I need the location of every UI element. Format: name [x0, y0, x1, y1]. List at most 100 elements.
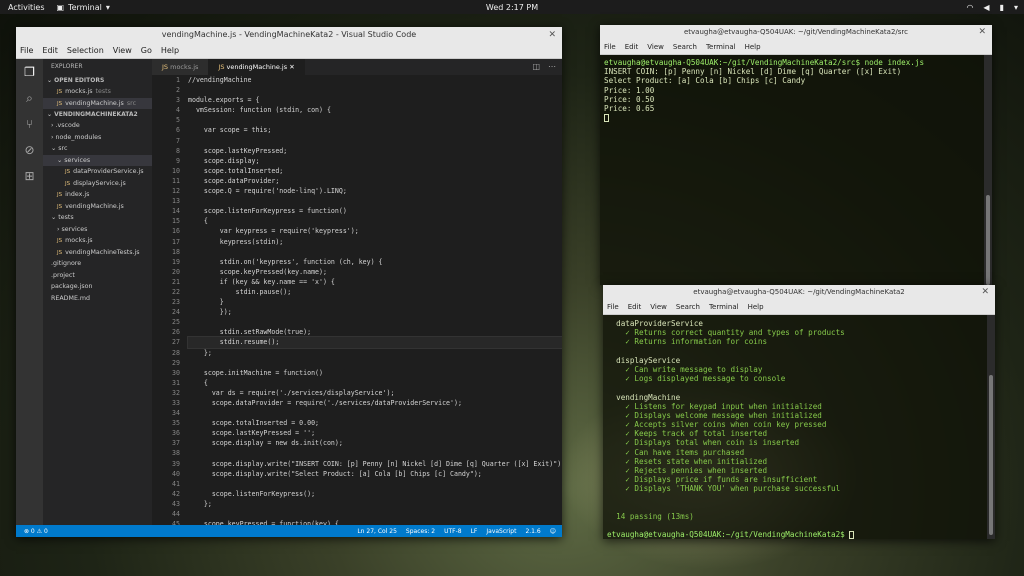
code-line[interactable] [188, 136, 562, 146]
menu-item-help[interactable]: Help [748, 303, 764, 311]
code-line[interactable]: scope.listenForKeypress(); [188, 489, 562, 499]
code-line[interactable]: scope.Q = require('node-linq').LINQ; [188, 186, 562, 196]
window-titlebar[interactable]: etvaugha@etvaugha-Q504UAK: ~/git/Vending… [603, 285, 995, 300]
code-line[interactable]: }); [188, 307, 562, 317]
menu-item-view[interactable]: View [113, 46, 132, 55]
menu-item-view[interactable]: View [650, 303, 667, 311]
status-item[interactable]: 2.1.6 [525, 528, 540, 535]
tree-item[interactable]: JS index.js [43, 189, 152, 201]
debug-icon[interactable]: ⊘ [16, 137, 43, 163]
menu-item-edit[interactable]: Edit [628, 303, 642, 311]
code-editor[interactable]: 1 2 3 4 5 6 7 8 9 10 11 12 13 14 15 16 17 18 19 20 21 22 23 24 2… [152, 75, 562, 525]
tree-item[interactable]: JS mocks.js [43, 235, 152, 247]
code-line[interactable] [188, 85, 562, 95]
extensions-icon[interactable]: ⊞ [16, 163, 43, 189]
menu-item-view[interactable]: View [647, 43, 664, 51]
window-titlebar[interactable]: etvaugha@etvaugha-Q504UAK: ~/git/Vending… [600, 25, 992, 40]
code-line[interactable]: scope.listenForKeypress = function() [188, 206, 562, 216]
code-line[interactable]: scope.lastKeyPressed; [188, 146, 562, 156]
code-line[interactable]: var scope = this; [188, 125, 562, 135]
window-titlebar[interactable]: vendingMachine.js - VendingMachineKata2 … [16, 27, 562, 43]
status-item[interactable]: Ln 27, Col 25 [357, 528, 397, 535]
more-icon[interactable]: ⋯ [548, 59, 556, 75]
clock[interactable]: Wed 2:17 PM [0, 3, 1024, 12]
tree-item[interactable]: .project [43, 270, 152, 282]
files-icon[interactable]: ❐ [16, 59, 43, 85]
code-line[interactable]: //vendingMachine [188, 75, 562, 85]
menu-item-help[interactable]: Help [745, 43, 761, 51]
code-line[interactable] [188, 448, 562, 458]
menu-item-search[interactable]: Search [676, 303, 700, 311]
menu-item-file[interactable]: File [604, 43, 616, 51]
git-icon[interactable]: ⑂ [16, 111, 43, 137]
system-tray[interactable]: ◠ ◀ ▮ ▾ [966, 0, 1018, 14]
activities-button[interactable]: Activities [0, 3, 53, 12]
code-line[interactable]: stdin.setRawMode(true); [188, 327, 562, 337]
menu-item-go[interactable]: Go [141, 46, 152, 55]
code-line[interactable]: scope.totalInserted = 0.00; [188, 418, 562, 428]
menu-item-file[interactable]: File [607, 303, 619, 311]
close-icon[interactable]: ✕ [978, 25, 986, 40]
code-line[interactable] [188, 115, 562, 125]
code-line[interactable]: scope.lastKeyPressed = ''; [188, 428, 562, 438]
close-icon[interactable]: ✕ [287, 63, 294, 71]
tree-item[interactable]: ⌄ services [43, 154, 152, 166]
problems-indicator[interactable]: ⊗ 0 ⚠ 0 [16, 528, 48, 535]
code-line[interactable]: scope.display.write("Select Product: [a]… [188, 469, 562, 479]
tab-vendingMachine[interactable]: JS vendingMachine.js ✕ [208, 59, 305, 75]
project-header[interactable]: ⌄ VENDINGMACHINEKATA2 [43, 109, 152, 120]
open-editor-item[interactable]: JS vendingMachine.js src [43, 97, 152, 109]
menu-item-terminal[interactable]: Terminal [706, 43, 736, 51]
code-line[interactable] [188, 509, 562, 519]
status-item[interactable]: ☺ [550, 528, 556, 535]
code-content[interactable]: //vendingMachine module.exports = { vmSes… [187, 75, 562, 525]
tree-item[interactable]: package.json [43, 281, 152, 293]
code-line[interactable]: stdin.pause(); [188, 287, 562, 297]
status-item[interactable]: Spaces: 2 [406, 528, 435, 535]
code-line[interactable]: scope.dataProvider = require('./services… [188, 398, 562, 408]
code-line[interactable] [188, 358, 562, 368]
open-editor-item[interactable]: JS mocks.js tests [43, 86, 152, 98]
code-line[interactable] [188, 408, 562, 418]
code-line[interactable]: } [188, 297, 562, 307]
code-line[interactable] [188, 317, 562, 327]
tree-item[interactable]: ⌄ src [43, 143, 152, 155]
search-icon[interactable]: ⌕ [16, 85, 43, 111]
tree-item[interactable]: JS vendingMachine.js [43, 201, 152, 213]
tree-item[interactable]: JS displayService.js [43, 178, 152, 190]
code-line[interactable]: scope.initMachine = function() [188, 368, 562, 378]
menu-item-edit[interactable]: Edit [42, 46, 58, 55]
scrollbar[interactable] [987, 315, 995, 539]
code-line[interactable]: { [188, 378, 562, 388]
menu-item-edit[interactable]: Edit [625, 43, 639, 51]
code-line[interactable]: { [188, 216, 562, 226]
code-line[interactable]: scope.keyPressed(key.name); [188, 267, 562, 277]
menu-item-terminal[interactable]: Terminal [709, 303, 739, 311]
split-editor-icon[interactable]: ◫ [532, 59, 540, 75]
menu-item-search[interactable]: Search [673, 43, 697, 51]
code-line[interactable]: scope.display.write("INSERT COIN: [p] Pe… [188, 459, 562, 469]
tree-item[interactable]: .gitignore [43, 258, 152, 270]
close-icon[interactable]: ✕ [981, 285, 989, 300]
status-item[interactable]: JavaScript [486, 528, 516, 535]
status-item[interactable]: LF [471, 528, 478, 535]
code-line[interactable]: stdin.on('keypress', function (ch, key) … [188, 257, 562, 267]
menu-item-file[interactable]: File [20, 46, 33, 55]
tree-item[interactable]: › .vscode [43, 120, 152, 132]
tree-item[interactable]: › node_modules [43, 132, 152, 144]
code-line[interactable]: keypress(stdin); [188, 237, 562, 247]
tree-item[interactable]: › services [43, 224, 152, 236]
code-line[interactable]: }; [188, 499, 562, 509]
tree-item[interactable]: JS dataProviderService.js [43, 166, 152, 178]
code-line[interactable]: var keypress = require('keypress'); [188, 226, 562, 236]
code-line[interactable] [188, 247, 562, 257]
close-icon[interactable]: ✕ [548, 27, 556, 43]
code-line[interactable]: }; [188, 348, 562, 358]
code-line[interactable]: vmSession: function (stdin, con) { [188, 105, 562, 115]
code-line[interactable] [188, 196, 562, 206]
tree-item[interactable]: JS vendingMachineTests.js [43, 247, 152, 259]
terminal-output[interactable]: etvaugha@etvaugha-Q504UAK:~/git/VendingM… [600, 58, 982, 123]
code-line[interactable]: scope.display; [188, 156, 562, 166]
terminal-output[interactable]: dataProviderService ✓ Returns correct qu… [603, 319, 985, 540]
tree-item[interactable]: ⌄ tests [43, 212, 152, 224]
